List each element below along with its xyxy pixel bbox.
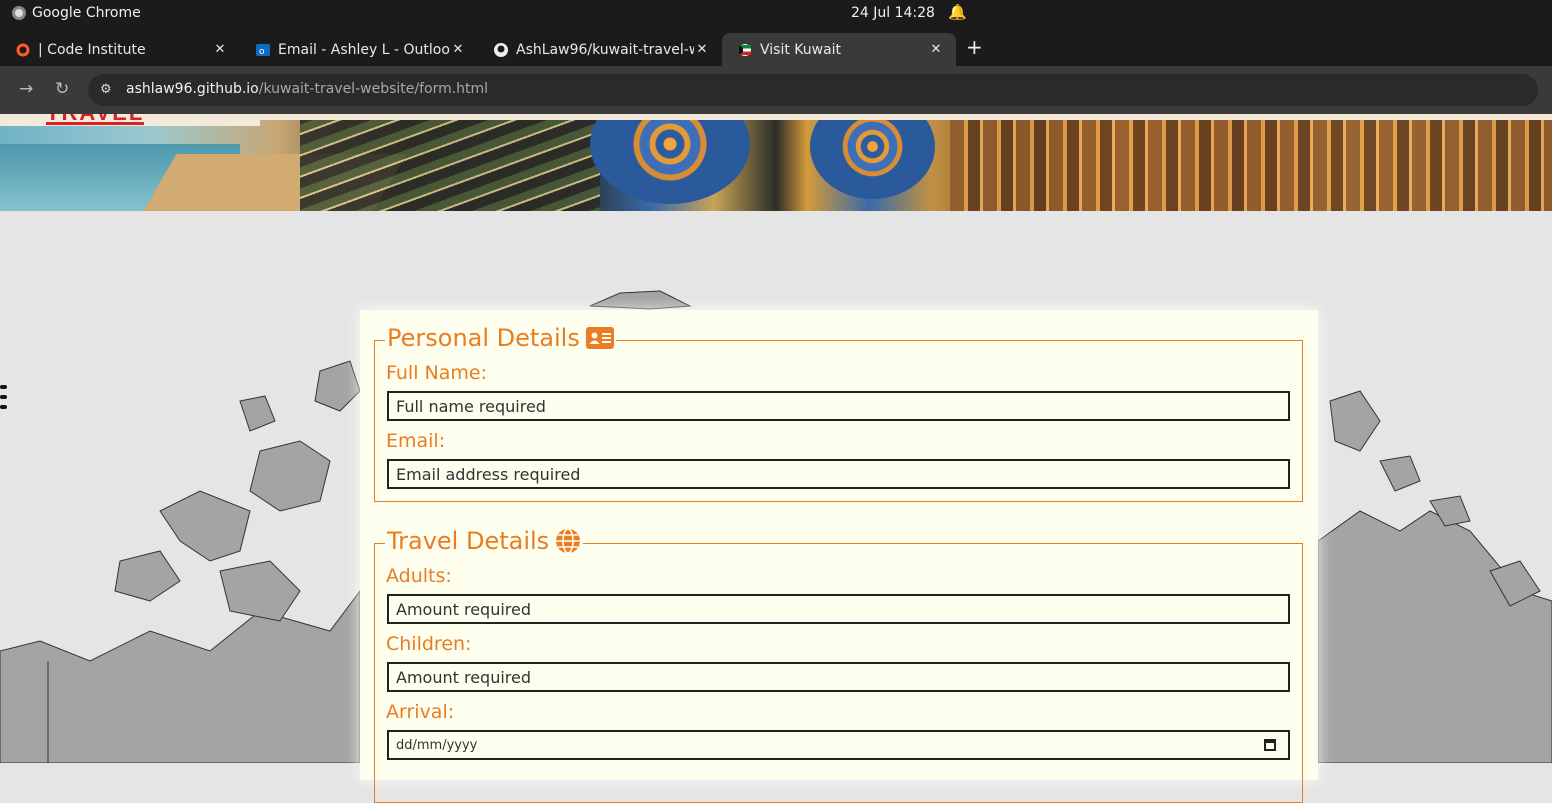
email-label: Email: [386, 430, 446, 452]
hero-banner-image: TRAVEL [0, 114, 1552, 211]
tab-title: Visit Kuwait [760, 41, 842, 58]
os-top-bar: Google Chrome 24 Jul 14:28 🔔 [0, 0, 1552, 27]
url-text[interactable]: ashlaw96.github.io/kuwait-travel-website… [126, 81, 488, 97]
tab-strip: | Code Institute ✕ o Email - Ashley L - … [0, 27, 1552, 66]
kuwait-tower-large [590, 114, 750, 204]
app-name: Google Chrome [32, 5, 141, 21]
booking-form-card: Personal Details Full Name: Email: Trave… [360, 310, 1318, 803]
code-institute-icon [16, 43, 30, 57]
bell-icon[interactable]: 🔔 [948, 3, 967, 21]
omnibox[interactable]: ⚙ ashlaw96.github.io/kuwait-travel-websi… [88, 74, 1538, 106]
site-settings-icon[interactable]: ⚙ [100, 82, 112, 97]
full-name-label: Full Name: [386, 362, 487, 384]
personal-details-fieldset: Personal Details Full Name: Email: [374, 324, 1303, 502]
children-label: Children: [386, 633, 472, 655]
tab-outlook[interactable]: o Email - Ashley L - Outlook ✕ [240, 33, 478, 66]
new-tab-button[interactable]: + [966, 35, 983, 59]
full-name-field[interactable] [387, 391, 1290, 421]
arrival-label: Arrival: [386, 701, 455, 723]
github-icon [494, 42, 508, 57]
outlook-icon: o [256, 43, 270, 57]
calendar-icon[interactable] [1264, 739, 1276, 751]
personal-details-legend: Personal Details [385, 324, 616, 352]
travel-details-legend: Travel Details [385, 527, 584, 555]
clock[interactable]: 24 Jul 14:28 [851, 5, 935, 21]
close-icon[interactable]: ✕ [694, 42, 710, 57]
close-icon[interactable]: ✕ [212, 42, 228, 57]
close-icon[interactable]: ✕ [450, 42, 466, 57]
id-card-icon [585, 327, 614, 349]
address-bar-row: → ↻ ⚙ ashlaw96.github.io/kuwait-travel-w… [0, 66, 1552, 114]
tab-title: | Code Institute [38, 41, 146, 58]
kuwait-flag-icon [738, 43, 752, 57]
close-icon[interactable]: ✕ [928, 42, 944, 57]
tab-title: AshLaw96/kuwait-travel-website [516, 41, 694, 58]
tab-github[interactable]: AshLaw96/kuwait-travel-website ✕ [478, 33, 722, 66]
tab-title: Email - Ashley L - Outlook [278, 41, 450, 58]
reload-icon[interactable]: ↻ [55, 79, 69, 99]
tab-code-institute[interactable]: | Code Institute ✕ [0, 33, 240, 66]
svg-text:o: o [259, 47, 265, 57]
children-field[interactable] [387, 662, 1290, 692]
email-field[interactable] [387, 459, 1290, 489]
forward-icon[interactable]: → [19, 79, 33, 99]
travel-details-fieldset: Travel Details Adults: Children: Arrival… [374, 527, 1303, 803]
active-app[interactable]: Google Chrome [12, 5, 141, 21]
adults-field[interactable] [387, 594, 1290, 624]
globe-icon [556, 528, 581, 554]
hamburger-menu-icon[interactable] [0, 385, 7, 415]
adults-label: Adults: [386, 565, 452, 587]
chrome-icon [12, 6, 26, 20]
site-logo[interactable]: TRAVEL [46, 114, 145, 125]
tab-visit-kuwait[interactable]: Visit Kuwait ✕ [722, 33, 956, 66]
kuwait-tower-small [810, 114, 935, 199]
arrival-date-field[interactable] [387, 730, 1290, 760]
